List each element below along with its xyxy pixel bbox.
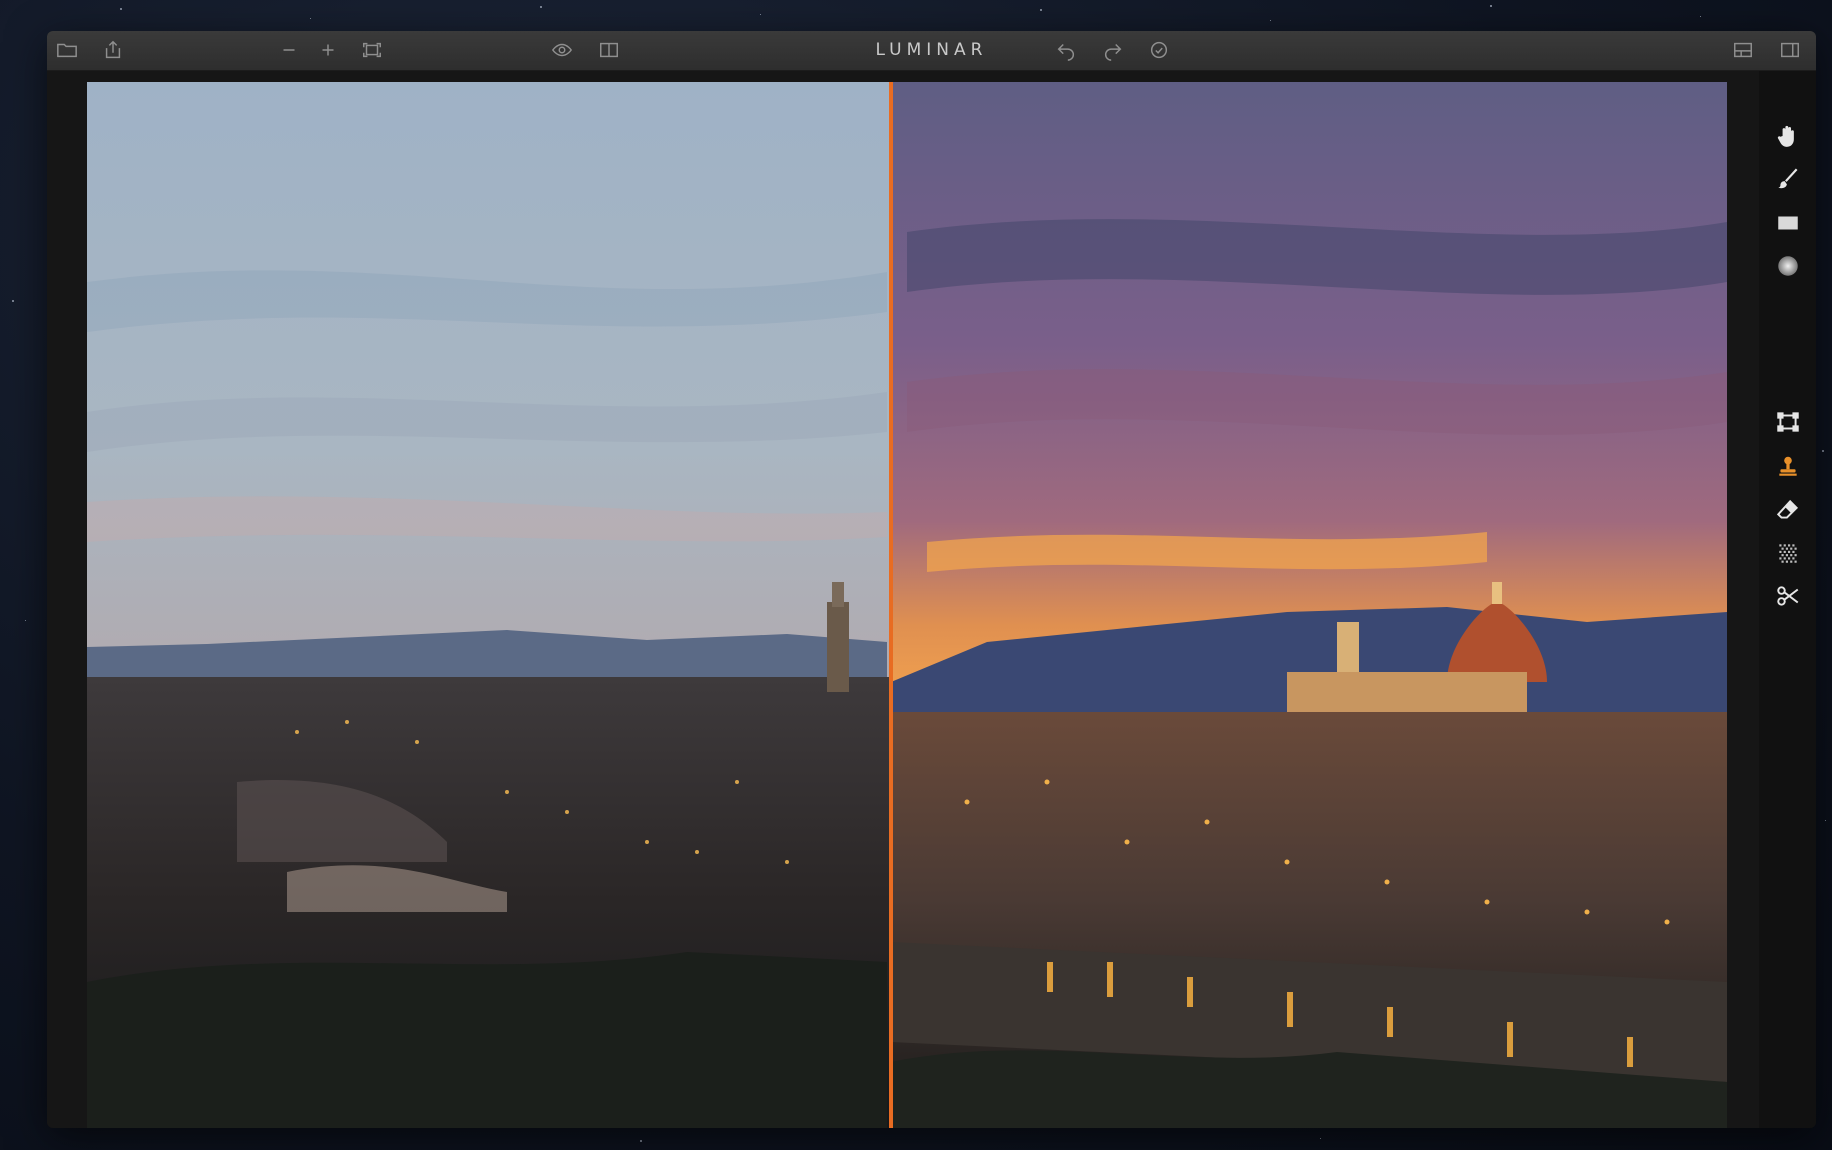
erase-icon[interactable] [1773, 495, 1803, 525]
share-icon[interactable] [99, 37, 127, 63]
compare-divider-handle[interactable] [889, 82, 893, 1128]
eye-icon[interactable] [548, 37, 576, 63]
fit-screen-icon[interactable] [358, 37, 386, 63]
hand-icon[interactable] [1773, 121, 1803, 151]
luminar-window: LUMINAR [47, 31, 1816, 1128]
undo-icon[interactable] [1052, 37, 1080, 63]
history-icon[interactable] [1145, 37, 1173, 63]
tools-sidebar [1759, 71, 1816, 1128]
top-toolbar: LUMINAR [47, 31, 1816, 71]
layout-icon[interactable] [1729, 37, 1757, 63]
split-view-icon[interactable] [595, 37, 623, 63]
zoom-out-icon[interactable] [275, 37, 303, 63]
cut-icon[interactable] [1773, 581, 1803, 611]
after-image [891, 82, 1727, 1128]
gradient-icon[interactable] [1773, 208, 1803, 238]
folder-icon[interactable] [53, 37, 81, 63]
panel-toggle-icon[interactable] [1776, 37, 1804, 63]
photo-canvas[interactable] [87, 82, 1727, 1128]
zoom-in-icon[interactable] [314, 37, 342, 63]
app-title: LUMINAR [875, 40, 988, 60]
brush-icon[interactable] [1773, 164, 1803, 194]
stamp-icon[interactable] [1773, 451, 1803, 481]
noise-icon[interactable] [1773, 538, 1803, 568]
radial-icon[interactable] [1773, 251, 1803, 281]
redo-icon[interactable] [1099, 37, 1127, 63]
crop-icon[interactable] [1773, 407, 1803, 437]
canvas-area [47, 71, 1759, 1128]
before-image [87, 82, 891, 1128]
